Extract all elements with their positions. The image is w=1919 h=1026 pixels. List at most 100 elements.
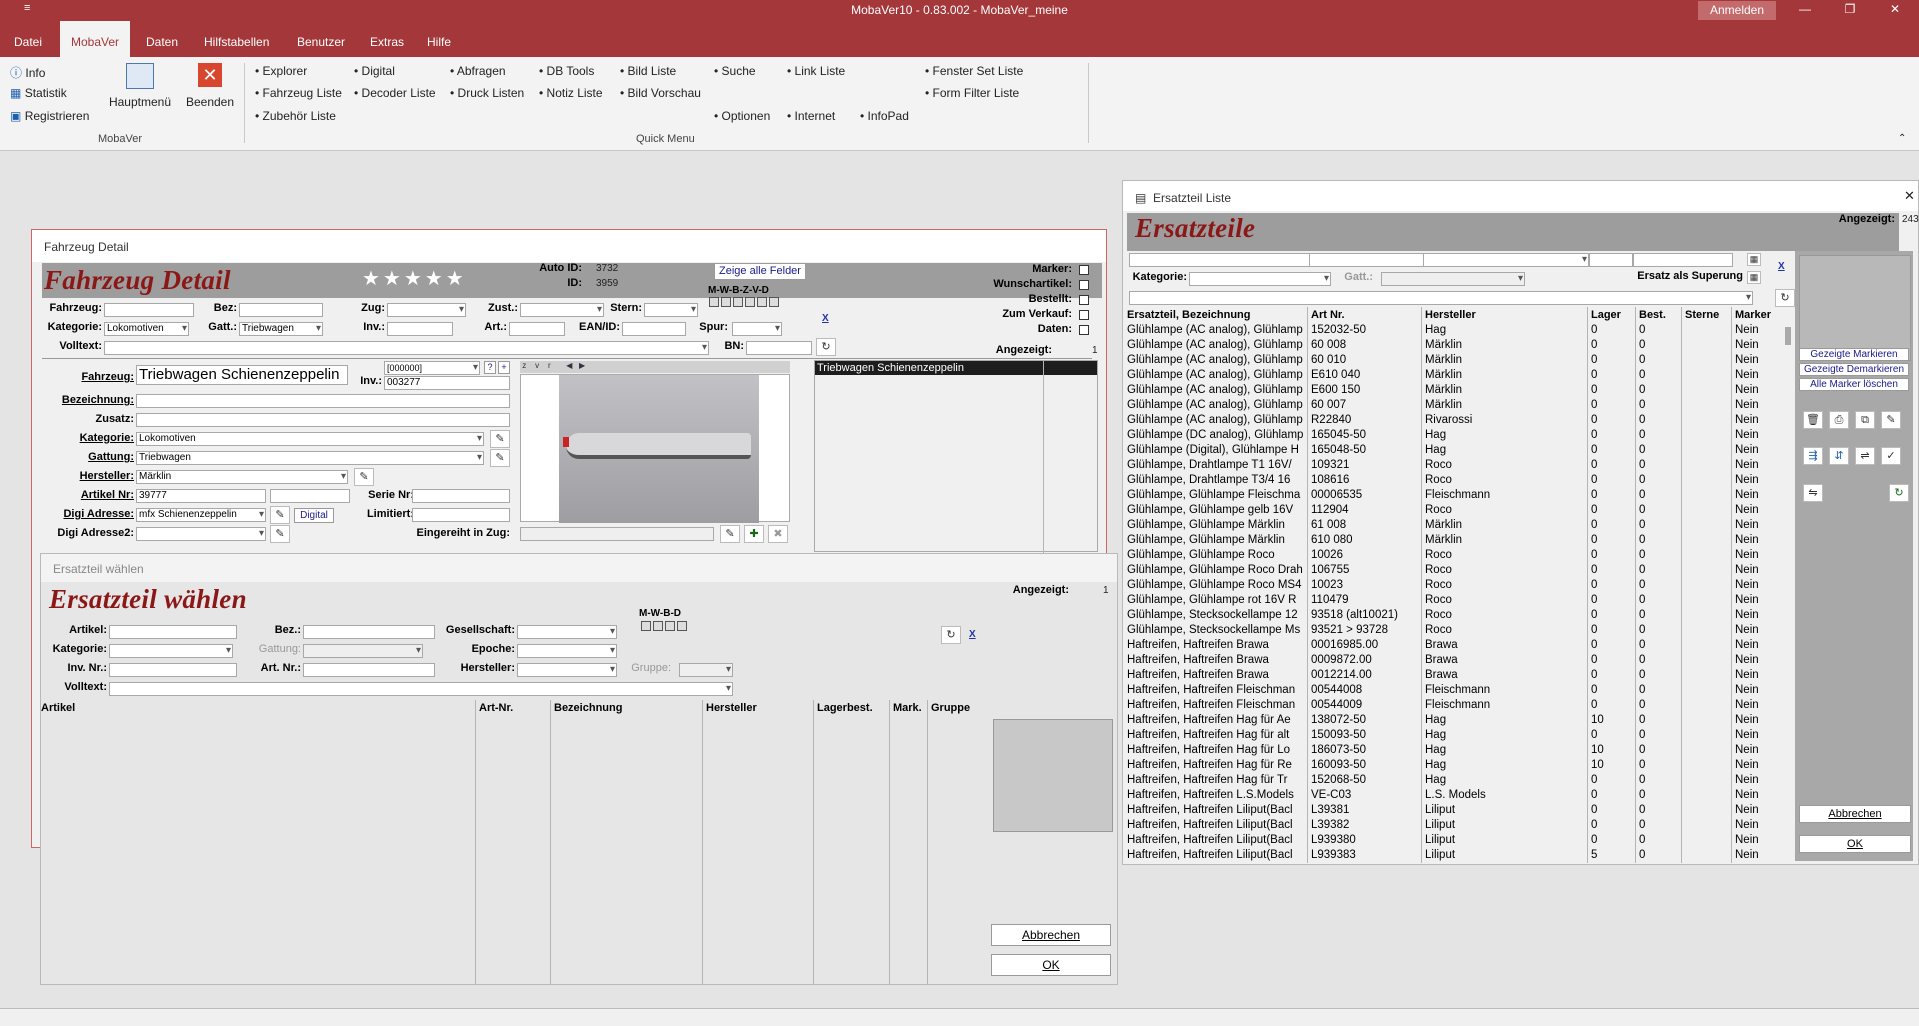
quick-link-liste[interactable]: • Link Liste (787, 64, 845, 78)
volltext-input[interactable] (1129, 291, 1753, 305)
table-row[interactable]: Haftreifen, Haftreifen L.S.Models VE-C03 L… (1125, 789, 1775, 804)
zug-list[interactable]: Triebwagen Schienenzeppelin (814, 360, 1098, 553)
collapse-ribbon-icon[interactable]: ⌃ (1898, 133, 1906, 144)
col-mark[interactable]: Mark. (893, 702, 922, 714)
vehicle-image[interactable] (520, 374, 790, 523)
kategorie-select[interactable]: Lokomotiven (136, 432, 484, 446)
quick-druck-listen[interactable]: • Druck Listen (450, 86, 524, 100)
delete-icon[interactable]: 🗑 (1803, 411, 1823, 429)
col-bezeichnung[interactable]: Ersatzteil, Bezeichnung (1127, 309, 1250, 321)
table-row[interactable]: Haftreifen, Haftreifen Hag für Ae 138072-… (1125, 714, 1775, 729)
refresh-icon[interactable]: ↻ (816, 338, 836, 356)
col-hersteller[interactable]: Hersteller (706, 702, 757, 714)
mwbzvd-toggles[interactable] (709, 297, 779, 307)
quick-decoder-liste[interactable]: • Decoder Liste (354, 86, 436, 100)
ribbon-info[interactable]: ⓘ Info (10, 64, 45, 81)
menu-datei[interactable]: Datei (4, 21, 52, 57)
table-row[interactable]: Glühlampe, Glühlampe Märklin 61 008 Märkli… (1125, 519, 1775, 534)
superung-icon[interactable]: ▦ (1747, 271, 1761, 284)
gattung-select[interactable] (303, 644, 423, 658)
col-best[interactable]: Best. (1639, 309, 1666, 321)
filter-hersteller-select[interactable] (1423, 253, 1589, 267)
table-row[interactable]: Haftreifen, Haftreifen Brawa 00016985.00 B… (1125, 639, 1775, 654)
menu-hilfstabellen[interactable]: Hilfstabellen (194, 21, 279, 57)
filter-inv-input[interactable] (387, 322, 453, 336)
rating-stars[interactable]: ★★★★★ (362, 266, 467, 291)
serie-nr-input[interactable] (412, 489, 510, 503)
col-sterne[interactable]: Sterne (1685, 309, 1719, 321)
zug-list-item[interactable]: Triebwagen Schienenzeppelin (815, 361, 1097, 375)
hersteller-select[interactable]: Märklin (136, 470, 348, 484)
epoche-select[interactable] (517, 644, 617, 658)
table-scrollbar[interactable] (1785, 327, 1791, 345)
gesellschaft-select[interactable] (517, 625, 617, 639)
table-row[interactable]: Glühlampe, Drahtlampe T1 16V/109321 Roco 0… (1125, 459, 1775, 474)
hauptmenu-button[interactable]: Hauptmenü (108, 63, 172, 109)
minimize-icon[interactable]: — (1785, 0, 1825, 21)
show-all-fields-button[interactable]: Zeige alle Felder (714, 263, 806, 280)
col-gruppe[interactable]: Gruppe (931, 702, 970, 714)
col-artnr[interactable]: Art Nr. (1311, 309, 1345, 321)
quick-optionen[interactable]: • Optionen (714, 109, 770, 123)
mwbd-toggles[interactable] (641, 621, 687, 631)
table-row[interactable]: Haftreifen, Haftreifen Liliput(Bacl L9393… (1125, 849, 1775, 864)
edit-zug-icon[interactable]: ✎ (720, 525, 740, 543)
table-row[interactable]: Haftreifen, Haftreifen Hag für alt 150093… (1125, 729, 1775, 744)
split-icon[interactable]: ⇵ (1829, 447, 1849, 465)
gatt-select[interactable] (1381, 272, 1525, 286)
table-row[interactable]: Haftreifen, Haftreifen Hag für Lo 186073-… (1125, 744, 1775, 759)
kategorie-select[interactable] (1189, 272, 1331, 286)
col-marker[interactable]: Marker (1735, 309, 1771, 321)
table-row[interactable]: Glühlampe, Glühlampe gelb 16V 112904 Roco 0… (1125, 504, 1775, 519)
table-row[interactable]: Haftreifen, Haftreifen Fleischman 0054400… (1125, 684, 1775, 699)
edit-gattung-icon[interactable]: ✎ (490, 449, 510, 467)
flag-verkauf-checkbox[interactable] (1079, 310, 1089, 320)
clear-filter-button[interactable]: X (822, 313, 829, 324)
fahrzeug-name-input[interactable]: Triebwagen Schienenzeppelin (136, 365, 348, 385)
table-row[interactable]: Haftreifen, Haftreifen Liliput(Bacl L3938… (1125, 804, 1775, 819)
col-artnr[interactable]: Art-Nr. (479, 702, 513, 714)
menu-extras[interactable]: Extras (360, 21, 414, 57)
table-row[interactable]: Glühlampe, Glühlampe Roco MS4 10023 Roco 0 0… (1125, 579, 1775, 594)
table-row[interactable]: Glühlampe (AC analog), Glühlamp E600 150 M… (1125, 384, 1775, 399)
filter-bn-input[interactable] (746, 341, 812, 355)
filter-zug-select[interactable] (387, 303, 466, 317)
table-row[interactable]: Glühlampe (AC analog), Glühlamp 152032-50… (1125, 324, 1775, 339)
inv-nr-input[interactable] (109, 663, 237, 677)
digi-adresse-select[interactable]: mfx Schienenzeppelin (136, 508, 266, 522)
quick-bild-liste[interactable]: • Bild Liste (620, 64, 676, 78)
table-row[interactable]: Glühlampe, Glühlampe Roco Drah 106755 Roco… (1125, 564, 1775, 579)
table-row[interactable]: Glühlampe (AC analog), Glühlamp R22840 Riv… (1125, 414, 1775, 429)
gattung-select[interactable]: Triebwagen (136, 451, 484, 465)
col-lager[interactable]: Lager (1591, 309, 1621, 321)
inv-input[interactable]: 003277 (384, 376, 510, 390)
quick-abfragen[interactable]: • Abfragen (450, 64, 506, 78)
add-zug-icon[interactable]: ✚ (744, 525, 764, 543)
col-artikel[interactable]: Artikel (41, 702, 75, 714)
flag-marker-checkbox[interactable] (1079, 265, 1089, 275)
flag-bestellt-checkbox[interactable] (1079, 295, 1089, 305)
filter-bez-input[interactable] (239, 303, 323, 317)
quick-explorer[interactable]: • Explorer (255, 64, 307, 78)
col-lagerbest[interactable]: Lagerbest. (817, 702, 873, 714)
quick-notiz-liste[interactable]: • Notiz Liste (539, 86, 603, 100)
refresh-icon[interactable]: ↻ (1775, 289, 1795, 307)
ribbon-registrieren[interactable]: ▣ Registrieren (10, 109, 89, 123)
grid-icon[interactable]: ▦ (1747, 253, 1761, 266)
print-icon[interactable]: ⎙ (1829, 411, 1849, 429)
artikel-input[interactable] (109, 625, 237, 639)
link-icon[interactable]: ⇌ (1855, 447, 1875, 465)
table-row[interactable]: Glühlampe, Drahtlampe T3/4 16 108616 Roco 0… (1125, 474, 1775, 489)
limitiert-input[interactable] (412, 508, 510, 522)
edit-digi2-icon[interactable]: ✎ (270, 525, 290, 543)
quick-internet[interactable]: • Internet (787, 109, 835, 123)
filter-art-input[interactable] (509, 322, 565, 336)
ok-button[interactable]: OK (1799, 835, 1911, 853)
eingereiht-input[interactable] (520, 527, 714, 541)
flag-daten-checkbox[interactable] (1079, 325, 1089, 335)
filter-spur-select[interactable] (732, 322, 782, 336)
copy-icon[interactable]: ⧉ (1855, 411, 1875, 429)
gruppe-select[interactable] (679, 663, 733, 677)
filter-lager-input[interactable] (1589, 253, 1633, 267)
image-toolbar[interactable]: z v r ◀ ▶ (520, 361, 790, 373)
